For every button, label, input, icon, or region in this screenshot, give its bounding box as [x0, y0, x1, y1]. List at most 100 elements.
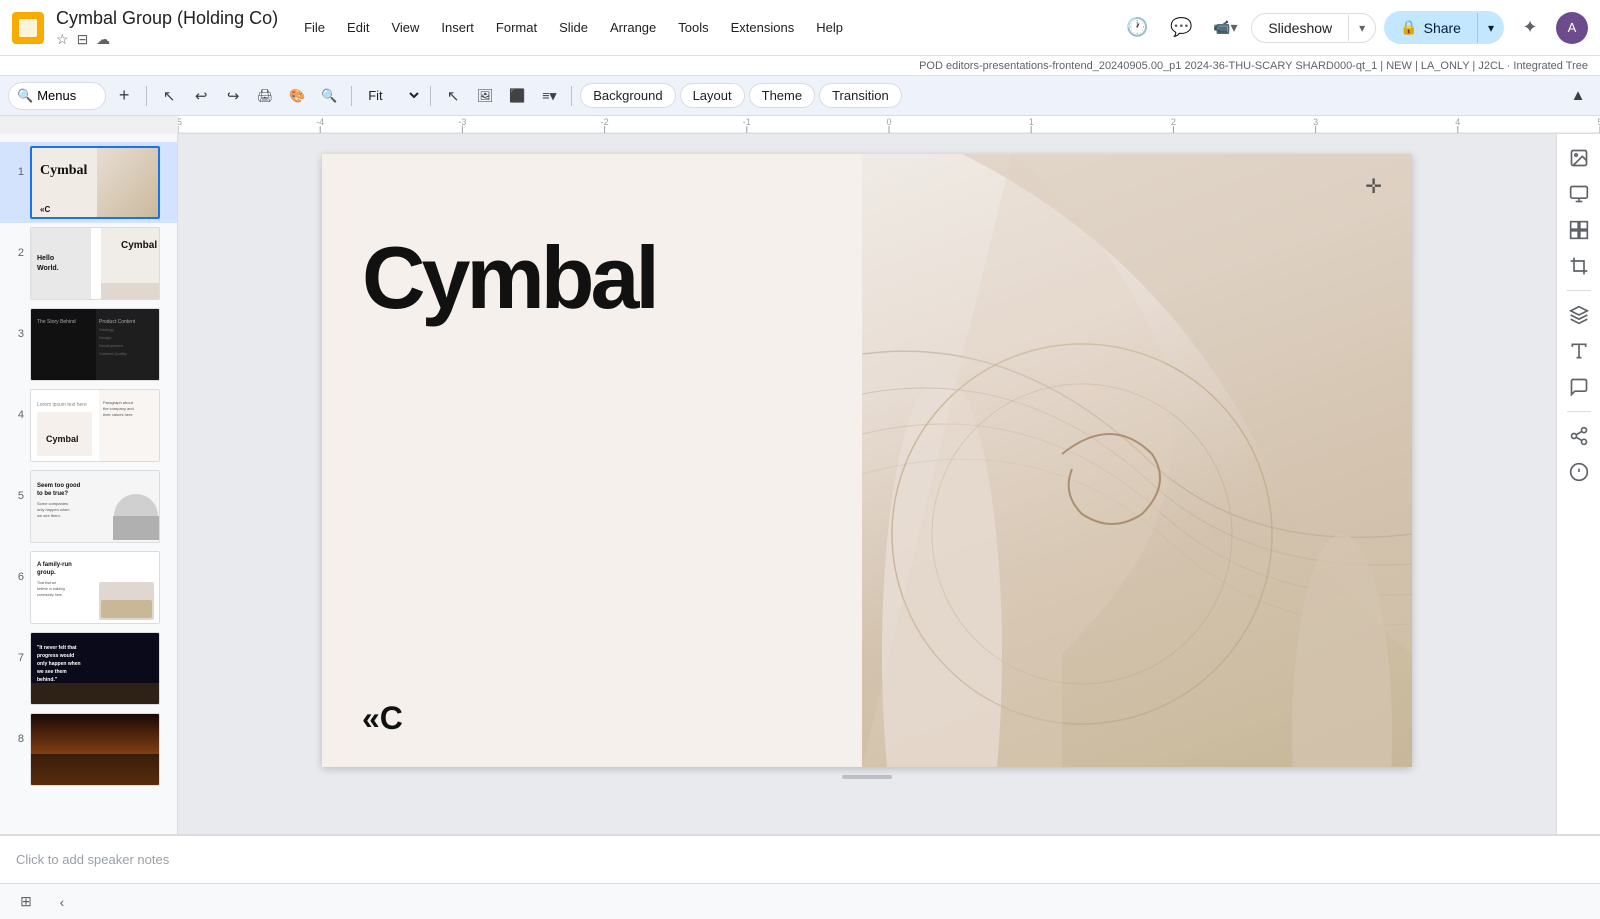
slide-item-2[interactable]: 2 Hello World. Cymbal: [0, 223, 177, 304]
menu-extensions[interactable]: Extensions: [721, 14, 805, 41]
line-tool[interactable]: ≡▾: [535, 82, 563, 110]
share-button[interactable]: 🔒 Share ▾: [1384, 11, 1504, 44]
slide-item-5[interactable]: 5 Seem too good to be true? Some compani…: [0, 466, 177, 547]
slideshow-arrow[interactable]: ▾: [1348, 15, 1375, 41]
toolbar-separator: [146, 86, 147, 106]
insert-image-button[interactable]: [1563, 142, 1595, 174]
slideshow-button[interactable]: Slideshow ▾: [1251, 13, 1376, 43]
help-right-button[interactable]: [1563, 456, 1595, 488]
avatar[interactable]: A: [1556, 12, 1588, 44]
cursor-tool[interactable]: ↖: [439, 82, 467, 110]
text-button[interactable]: [1563, 335, 1595, 367]
share-right-button[interactable]: [1563, 420, 1595, 452]
app-icon[interactable]: [12, 12, 44, 44]
text-tool[interactable]: ⬛: [503, 82, 531, 110]
pod-info-bar: POD editors-presentations-frontend_20240…: [0, 56, 1600, 76]
right-panel-separator: [1567, 290, 1591, 291]
theme-button[interactable]: Theme: [749, 83, 815, 108]
canvas-area: Cymbal «C ✛: [178, 134, 1556, 834]
menu-format[interactable]: Format: [486, 14, 547, 41]
slide-thumbnail-2[interactable]: Hello World. Cymbal: [30, 227, 160, 300]
menu-arrange[interactable]: Arrange: [600, 14, 666, 41]
star-icon[interactable]: ☆: [56, 31, 69, 48]
collapse-toolbar-button[interactable]: ▲: [1564, 82, 1592, 110]
comments-button[interactable]: 💬: [1163, 10, 1199, 46]
menu-file[interactable]: File: [294, 14, 335, 41]
toolbar: 🔍 + ↖ ↩ ↪ 🖨 🎨 🔍 Fit 50% 75% 100% 125% ↖ …: [0, 76, 1600, 116]
svg-text:Development: Development: [99, 343, 123, 348]
notes-placeholder[interactable]: Click to add speaker notes: [16, 852, 169, 867]
grid-view-button[interactable]: ⊞: [12, 888, 40, 916]
background-button[interactable]: Background: [580, 83, 675, 108]
svg-text:-2: -2: [601, 117, 609, 127]
menu-edit[interactable]: Edit: [337, 14, 379, 41]
slide-logo[interactable]: «C: [362, 700, 403, 737]
svg-text:only happen when: only happen when: [37, 507, 69, 512]
slide-thumbnail-3[interactable]: The Story Behind Product Content Strateg…: [30, 308, 160, 381]
menu-insert[interactable]: Insert: [431, 14, 484, 41]
slideshow-label[interactable]: Slideshow: [1252, 14, 1348, 42]
slide-item-8[interactable]: 8: [0, 709, 177, 790]
slide-item-6[interactable]: 6 A family-run group. That that we belie…: [0, 547, 177, 628]
meet-button[interactable]: 📹▾: [1207, 10, 1243, 46]
svg-text:-4: -4: [316, 117, 324, 127]
slide-number-3: 3: [8, 308, 24, 340]
slide-thumbnail-1[interactable]: Cymbal «C: [30, 146, 160, 219]
slide-item-1[interactable]: 1 Cymbal «C: [0, 142, 177, 223]
comment-button[interactable]: [1563, 371, 1595, 403]
slide-thumbnail-7[interactable]: "It never felt that progress would only …: [30, 632, 160, 705]
image-tool[interactable]: 🖼: [471, 82, 499, 110]
svg-text:Content Quality: Content Quality: [99, 351, 127, 356]
slide-item-3[interactable]: 3 The Story Behind Product Content Strat…: [0, 304, 177, 385]
menu-help[interactable]: Help: [806, 14, 853, 41]
ruler: -5-4-3-2-1012345: [178, 116, 1600, 134]
svg-text:That that we: That that we: [37, 581, 56, 585]
slide-3-svg: The Story Behind Product Content Strateg…: [31, 309, 160, 381]
zoom-select[interactable]: Fit 50% 75% 100% 125%: [360, 85, 422, 106]
menu-slide[interactable]: Slide: [549, 14, 598, 41]
menu-bar: File Edit View Insert Format Slide Arran…: [294, 14, 853, 41]
menu-tools[interactable]: Tools: [668, 14, 718, 41]
slide-item-7[interactable]: 7 "It never felt that progress would onl…: [0, 628, 177, 709]
slides-panel: 1 Cymbal «C 2: [0, 134, 178, 834]
slide-thumbnail-8[interactable]: [30, 713, 160, 786]
slide-thumbnail-5[interactable]: Seem too good to be true? Some companies…: [30, 470, 160, 543]
slide-wordmark[interactable]: Cymbal: [362, 234, 656, 322]
svg-text:Cymbal: Cymbal: [40, 163, 88, 178]
toolbar-separator-2: [351, 86, 352, 106]
zoom-button[interactable]: 🔍: [315, 82, 343, 110]
print-button[interactable]: 🖨: [251, 82, 279, 110]
undo-button[interactable]: ↩: [187, 82, 215, 110]
slide-canvas[interactable]: Cymbal «C ✛: [322, 154, 1412, 767]
main-area: 1 Cymbal «C 2: [0, 134, 1600, 834]
add-slide-button[interactable]: +: [110, 82, 138, 110]
components-button[interactable]: [1563, 299, 1595, 331]
doc-title-icons: ☆ ⊟ ☁: [56, 31, 278, 48]
right-panel-separator-2: [1567, 411, 1591, 412]
layout-button[interactable]: Layout: [680, 83, 745, 108]
present-button[interactable]: [1563, 178, 1595, 210]
slide-thumbnail-4[interactable]: Lorem ipsum text here Cymbal Paragraph a…: [30, 389, 160, 462]
slides-button[interactable]: [1563, 214, 1595, 246]
svg-text:-1: -1: [743, 117, 751, 127]
redo-button[interactable]: ↪: [219, 82, 247, 110]
slide-item-4[interactable]: 4 Lorem ipsum text here Cymbal Paragraph…: [0, 385, 177, 466]
cloud-icon[interactable]: ☁: [96, 31, 110, 48]
transition-button[interactable]: Transition: [819, 83, 902, 108]
folder-icon[interactable]: ⊟: [77, 31, 89, 48]
share-label[interactable]: 🔒 Share: [1384, 11, 1477, 44]
svg-text:Cymbal: Cymbal: [46, 434, 79, 444]
slide-number-5: 5: [8, 470, 24, 502]
move-tool[interactable]: ↖: [155, 82, 183, 110]
collapse-panel-button[interactable]: ‹: [48, 888, 76, 916]
crop-button[interactable]: [1563, 250, 1595, 282]
gemini-button[interactable]: ✦: [1512, 10, 1548, 46]
search-input[interactable]: [37, 88, 97, 103]
history-button[interactable]: 🕐: [1119, 10, 1155, 46]
paint-format-button[interactable]: 🎨: [283, 82, 311, 110]
slide-thumbnail-6[interactable]: A family-run group. That that we believe…: [30, 551, 160, 624]
bottom-bar: ⊞ ‹: [0, 883, 1600, 919]
menu-view[interactable]: View: [381, 14, 429, 41]
notes-area[interactable]: Click to add speaker notes: [0, 835, 1600, 883]
share-arrow[interactable]: ▾: [1477, 13, 1504, 43]
